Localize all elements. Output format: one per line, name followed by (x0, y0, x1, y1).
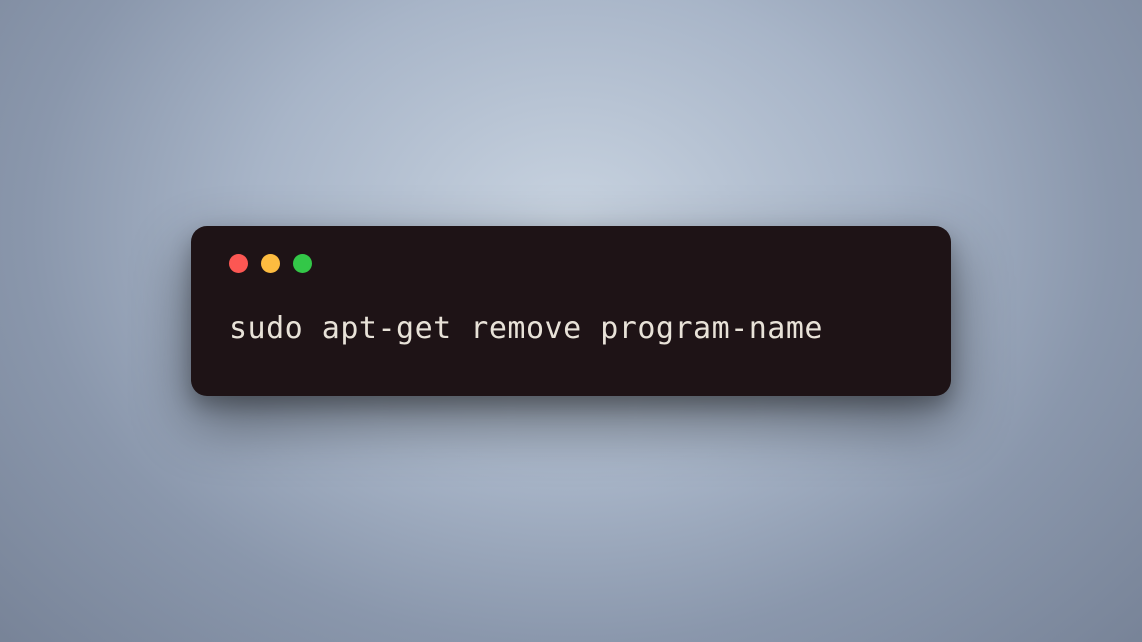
close-icon[interactable] (229, 254, 248, 273)
terminal-command[interactable]: sudo apt-get remove program-name (223, 311, 919, 354)
maximize-icon[interactable] (293, 254, 312, 273)
minimize-icon[interactable] (261, 254, 280, 273)
traffic-lights (223, 252, 919, 273)
terminal-window: sudo apt-get remove program-name (191, 226, 951, 396)
